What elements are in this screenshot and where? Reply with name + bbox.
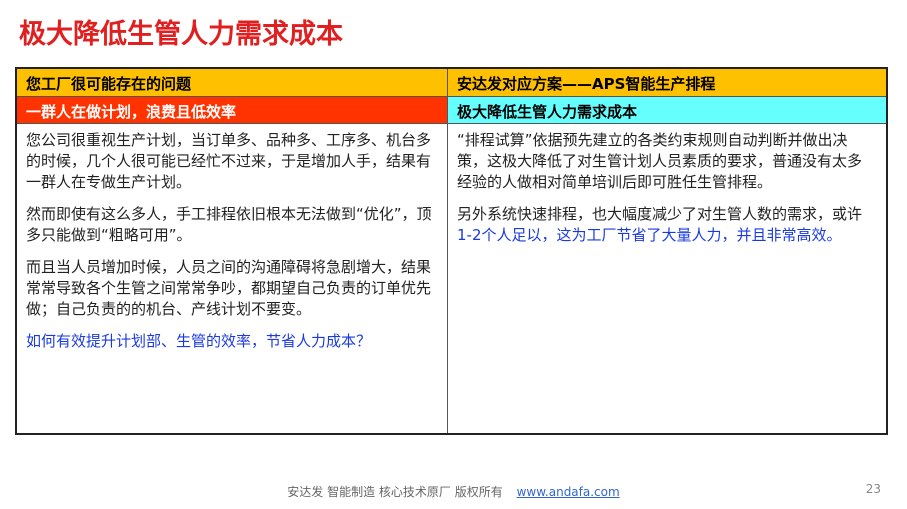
right-paragraph-1: “排程试算”依据预先建立的各类约束规则自动判断并做出决策，这极大降低了对生管计划… (457, 131, 863, 191)
right-subheader-cell: 极大降低生管人力需求成本 (448, 97, 886, 124)
right-body: “排程试算”依据预先建立的各类约束规则自动判断并做出决策，这极大降低了对生管计划… (448, 124, 886, 433)
right-header: 安达发对应方案——APS智能生产排程 (457, 75, 716, 93)
right-paragraph-2-plain: 另外系统快速排程，也大幅度减少了对生管人数的需求，或许 (457, 205, 863, 223)
left-paragraph-3: 而且当人员增加时候，人员之间的沟通障碍将急剧增大，结果常常导致各个生管之间常常争… (26, 258, 432, 318)
slide-title: 极大降低生管人力需求成本 (19, 19, 343, 50)
left-header: 您工厂很可能存在的问题 (26, 75, 192, 93)
left-subheader: 一群人在做计划，浪费且低效率 (26, 103, 237, 121)
right-subheader: 极大降低生管人力需求成本 (457, 103, 638, 121)
footer: 安达发 智能制造 核心技术原厂 版权所有 www.andafa.com (0, 483, 907, 500)
left-header-cell: 您工厂很可能存在的问题 (17, 69, 448, 97)
right-paragraph-2: 另外系统快速排程，也大幅度减少了对生管人数的需求，或许 1-2个人足以，这为工厂节… (457, 204, 876, 246)
right-header-cell: 安达发对应方案——APS智能生产排程 (448, 69, 886, 97)
left-paragraph-1: 您公司很重视生产计划，当订单多、品种多、工序多、机台多的时候，几个人很可能已经忙… (26, 131, 432, 191)
left-body: 您公司很重视生产计划，当订单多、品种多、工序多、机台多的时候，几个人很可能已经忙… (17, 124, 448, 433)
footer-website-link[interactable]: www.andafa.com (517, 485, 620, 499)
left-subheader-cell: 一群人在做计划，浪费且低效率 (17, 97, 448, 124)
comparison-table: 您工厂很可能存在的问题 安达发对应方案——APS智能生产排程 一群人在做计划，浪… (15, 67, 888, 435)
left-question: 如何有效提升计划部、生管的效率，节省人力成本？ (26, 332, 372, 350)
page-number: 23 (865, 482, 881, 496)
left-paragraph-2: 然而即使有这么多人，手工排程依旧根本无法做到“优化”，顶多只能做到“粗略可用”。 (26, 205, 432, 244)
footer-text: 安达发 智能制造 核心技术原厂 版权所有 (287, 485, 503, 499)
right-paragraph-2-highlight: 1-2个人足以，这为工厂节省了大量人力，并且非常高效。 (457, 226, 842, 244)
